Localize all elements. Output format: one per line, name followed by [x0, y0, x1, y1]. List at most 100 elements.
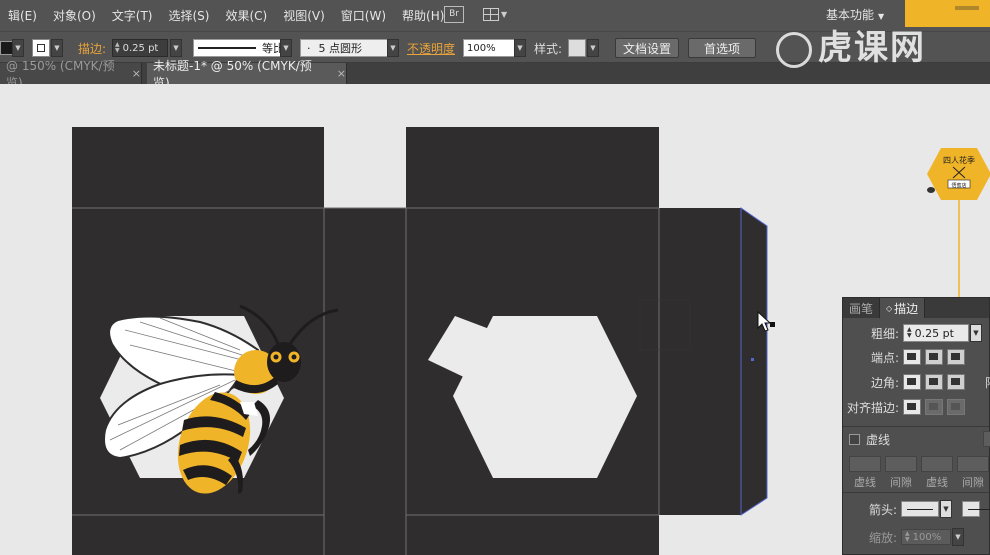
bevel-join-icon[interactable]	[947, 374, 965, 390]
projecting-cap-icon[interactable]	[947, 349, 965, 365]
opacity-label[interactable]: 不透明度	[407, 40, 455, 57]
gap-field-2[interactable]	[957, 456, 989, 472]
dash-field-1[interactable]	[849, 456, 881, 472]
stroke-weight-stepper[interactable]: ▲ ▼ 0.25 pt	[112, 39, 168, 57]
arrowhead-row: 箭头: ▼	[843, 498, 990, 520]
document-setup-button[interactable]: 文档设置	[615, 38, 679, 58]
center-point-handle	[751, 358, 754, 361]
illustrator-window: 辑(E) 对象(O) 文字(T) 选择(S) 效果(C) 视图(V) 窗口(W)…	[0, 0, 990, 555]
weight-value: 0.25 pt	[914, 326, 954, 340]
dash-label-1: 虚线	[854, 476, 876, 489]
corner-label: 边角:	[870, 375, 899, 390]
glue-tab-selected[interactable]	[740, 207, 768, 516]
variable-width-profile[interactable]: 等比	[193, 39, 289, 57]
dash-gap-labels: 虚线 间隙 虚线 间隙	[849, 474, 989, 490]
tab-stroke-label: 描边	[894, 301, 919, 316]
menu-window[interactable]: 窗口(W)	[333, 7, 394, 24]
stroke-panel: 画笔 ◇描边 粗细: ▲▼0.25 pt ▼ 端点: 边角: 限 对齐描边:	[842, 297, 990, 555]
right-side-panel[interactable]	[659, 208, 741, 515]
limit-label: 限	[985, 374, 990, 391]
style-dropdown-icon[interactable]: ▼	[587, 39, 599, 57]
align-stroke-label: 对齐描边:	[846, 400, 899, 415]
align-row: 对齐描边:	[843, 396, 969, 418]
dash-label-2: 虚线	[926, 476, 948, 489]
menu-select[interactable]: 选择(S)	[160, 7, 217, 24]
right-bottom-flap	[406, 515, 659, 555]
graphic-style-swatch[interactable]	[568, 39, 586, 57]
butt-cap-icon[interactable]	[903, 349, 921, 365]
stepper-arrows-icon[interactable]: ▲ ▼	[907, 327, 912, 339]
gap-field-1[interactable]	[885, 456, 917, 472]
gap-label-2: 间隙	[962, 476, 984, 489]
bridge-button[interactable]: Br	[444, 6, 464, 23]
tab-stroke[interactable]: ◇ 描边	[880, 298, 926, 318]
style-label: 样式:	[534, 41, 563, 56]
cap-label: 端点:	[870, 350, 899, 365]
dashed-row: 虚线	[849, 428, 890, 450]
stroke-weight-dropdown-icon[interactable]: ▼	[170, 39, 182, 57]
left-side-panel[interactable]	[324, 208, 406, 555]
menu-view[interactable]: 视图(V)	[275, 7, 333, 24]
arrowhead-scale-stepper[interactable]: ▲ ▼ 100%	[901, 529, 951, 545]
round-join-icon[interactable]	[925, 374, 943, 390]
arrange-documents-icon[interactable]: ▼	[483, 7, 509, 22]
panel-tabs: 画笔 ◇ 描边	[843, 298, 989, 318]
close-icon[interactable]: ×	[337, 67, 346, 80]
stepper-arrows-icon[interactable]: ▲ ▼	[905, 531, 910, 543]
round-cap-icon[interactable]	[925, 349, 943, 365]
scale-dropdown-icon[interactable]: ▼	[952, 528, 964, 546]
dash-gap-fields	[849, 456, 989, 472]
start-arrowhead-dropdown-icon[interactable]: ▼	[940, 500, 952, 518]
align-center-icon[interactable]	[903, 399, 921, 415]
start-arrowhead-select[interactable]	[901, 501, 939, 517]
menu-effect[interactable]: 效果(C)	[217, 7, 275, 24]
brush-label: 5 点圆形	[318, 42, 363, 55]
align-outside-icon[interactable]	[947, 399, 965, 415]
stroke-label[interactable]: 描边:	[78, 40, 106, 57]
weight-label: 粗细:	[870, 326, 899, 341]
dash-align-toggle[interactable]	[983, 431, 990, 447]
scale-row: 缩放: ▲ ▼ 100% ▼	[843, 526, 964, 548]
preferences-button[interactable]: 首选项	[688, 38, 756, 58]
brush-definition[interactable]: · 5 点圆形	[300, 39, 388, 57]
dashed-line-label: 虚线	[866, 432, 891, 447]
watermark-text: 虎课网	[818, 28, 926, 68]
brush-dropdown-icon[interactable]: ▼	[387, 39, 399, 57]
gap-label-1: 间隙	[890, 476, 912, 489]
stroke-swatch[interactable]	[32, 39, 50, 57]
end-arrowhead-select[interactable]	[962, 501, 990, 517]
miter-join-icon[interactable]	[903, 374, 921, 390]
left-top-flap	[72, 127, 324, 209]
tab-brushes[interactable]: 画笔	[843, 298, 881, 318]
align-inside-icon[interactable]	[925, 399, 943, 415]
dash-field-2[interactable]	[921, 456, 953, 472]
tab-document-2[interactable]: 未标题-1* @ 50% (CMYK/预览) ×	[147, 59, 347, 90]
tag-line2: 悟蜜店	[951, 182, 966, 189]
dot-icon: ·	[307, 41, 311, 55]
scale-value: 100%	[912, 531, 942, 543]
close-icon[interactable]: ×	[132, 67, 141, 80]
weight-stepper[interactable]: ▲ ▼ 0.25 pt	[903, 324, 969, 342]
dashed-line-checkbox[interactable]	[849, 433, 860, 445]
weight-row: 粗细: ▲ ▼ 0.25 pt ▼	[843, 322, 982, 344]
profile-dropdown-icon[interactable]: ▼	[280, 39, 292, 57]
cap-row: 端点:	[843, 346, 969, 368]
fill-dropdown-icon[interactable]: ▼	[12, 39, 24, 57]
watermark-logo: 虎课网	[776, 20, 926, 69]
opacity-dropdown-icon[interactable]: ▼	[514, 39, 526, 57]
stepper-arrows-icon[interactable]: ▲ ▼	[115, 42, 120, 54]
stroke-tab-chevron-icon: ◇	[886, 303, 893, 313]
tiger-logo-icon	[776, 31, 812, 68]
tag-line1: 四人花季	[943, 155, 975, 165]
stroke-swatch-dropdown-icon[interactable]: ▼	[51, 39, 63, 57]
menu-object[interactable]: 对象(O)	[45, 7, 104, 24]
right-top-flap	[406, 127, 659, 209]
tab-document-1[interactable]: @ 150% (CMYK/预览) ×	[0, 59, 142, 90]
scale-label: 缩放:	[868, 530, 897, 545]
menu-type[interactable]: 文字(T)	[104, 7, 161, 24]
weight-dropdown-icon[interactable]: ▼	[970, 324, 982, 342]
stroke-weight-value: 0.25 pt	[122, 42, 159, 54]
reference-tag-mockup: 四人花季 悟蜜店	[927, 148, 990, 300]
menu-edit[interactable]: 辑(E)	[0, 7, 45, 24]
corner-row: 边角: 限	[843, 371, 990, 393]
